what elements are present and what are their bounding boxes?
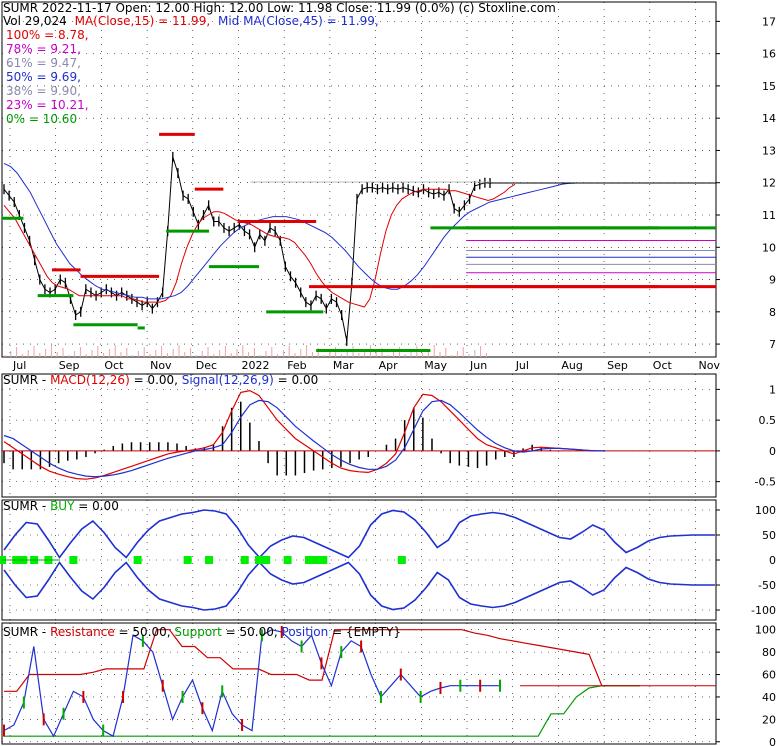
buy-signal <box>262 556 271 564</box>
y-tick-label: 50 <box>762 529 776 542</box>
y-tick-label: 1 <box>769 383 776 396</box>
macd-title: SUMR - MACD(12,26) = 0.00, Signal(12,26,… <box>3 373 318 387</box>
fib-legend-item: 61% = 9.47, <box>6 56 81 70</box>
y-tick-label: 12 <box>762 177 776 190</box>
y-tick-label: 0 <box>769 736 776 746</box>
buy-signal <box>283 556 292 564</box>
fib-legend-item: 50% = 9.69, <box>6 70 81 84</box>
y-tick-label: 17 <box>762 15 776 28</box>
panel-frame-1 <box>1 373 717 498</box>
fib-legend-item: 0% = 10.60 <box>6 112 77 126</box>
buy-signal <box>312 556 321 564</box>
x-label: Oct <box>104 359 124 372</box>
y-tick-label: 14 <box>762 112 776 125</box>
x-label: May <box>424 359 447 372</box>
panel-frame-0 <box>1 1 717 358</box>
buy-signal <box>255 556 264 564</box>
y-tick-label: 100 <box>755 504 776 517</box>
ma45-label: Mid MA(Close,45) = 11.99, <box>218 14 379 28</box>
x-label: Jul <box>515 359 529 372</box>
x-label: Nov <box>699 359 721 372</box>
buy-signal <box>69 556 78 564</box>
fib-legend-item: 23% = 10.21, <box>6 98 89 112</box>
buy-signal <box>305 556 314 564</box>
x-label: Jul <box>12 359 26 372</box>
y-tick-label: -50 <box>758 579 776 592</box>
x-label: Mar <box>333 359 354 372</box>
buy-signal <box>240 556 249 564</box>
chart-marks <box>0 132 716 738</box>
panel-frame-3 <box>1 622 717 745</box>
y-tick-label: 8 <box>769 306 776 319</box>
x-label: Jun <box>469 359 487 372</box>
x-label: Aug <box>561 359 582 372</box>
stock-chart: Jul Sep Oct Nov Dec 2022 Feb Mar Apr May Jun Jul Aug… <box>0 1 777 746</box>
fib-legend-item: 38% = 9.90, <box>6 84 81 98</box>
header-line: SUMR 2022-11-17 Open: 12.00 High: 12.00 … <box>3 1 556 15</box>
lower-band-line <box>3 561 715 611</box>
ma15-label: MA(Close,15) = 11.99, <box>75 14 211 28</box>
svg-text:Vol 29,024 MA(Close,15) =: Vol 29,024 MA(Close,15) = 11.99, Mid MA(… <box>3 14 379 28</box>
y-tick-label: 15 <box>762 80 776 93</box>
y-tick-label: -100 <box>751 604 776 617</box>
upper-band-line <box>3 509 715 559</box>
fib-legend: 100% = 8.78,78% = 9.21,61% = 9.47,50% = … <box>6 28 89 126</box>
x-label: Nov <box>150 359 172 372</box>
buy-signal <box>205 556 214 564</box>
y-tick-label: 7 <box>769 338 776 351</box>
buy-signal <box>183 556 192 564</box>
y-tick-label: 0 <box>769 554 776 567</box>
x-label: Sep <box>59 359 80 372</box>
buy-signal <box>319 556 328 564</box>
y-tick-label: 80 <box>762 646 776 659</box>
buy-signal <box>133 556 142 564</box>
price-line <box>3 156 491 341</box>
x-label: 2022 <box>242 359 270 372</box>
y-tick-label: -0.5 <box>755 476 776 489</box>
y-tick-label: 13 <box>762 144 776 157</box>
fib-legend-item: 100% = 8.78, <box>6 28 89 42</box>
x-label: Oct <box>653 359 673 372</box>
buy-title: SUMR - BUY = 0.00 <box>3 499 119 513</box>
y-tick-label: 100 <box>755 624 776 637</box>
y-tick-label: 20 <box>762 713 776 726</box>
y-tick-label: 9 <box>769 274 776 287</box>
x-label: Apr <box>379 359 399 372</box>
fib-legend-item: 78% = 9.21, <box>6 42 81 56</box>
y-tick-label: 10 <box>762 241 776 254</box>
y-tick-label: 11 <box>762 209 776 222</box>
x-label: Sep <box>607 359 628 372</box>
x-label: Dec <box>196 359 217 372</box>
support-line <box>4 685 640 737</box>
rsp-title: SUMR - Resistance = 50.00, Support = 50.… <box>3 625 401 639</box>
volume-label: Vol 29,024 <box>3 14 67 28</box>
y-tick-label: 0.5 <box>759 414 777 427</box>
y-tick-label: 0 <box>769 445 776 458</box>
x-label: Feb <box>287 359 306 372</box>
y-tick-label: 16 <box>762 48 776 61</box>
y-tick-label: 40 <box>762 691 776 704</box>
buy-signal <box>397 556 406 564</box>
y-tick-label: 60 <box>762 669 776 682</box>
position-line <box>3 629 500 738</box>
